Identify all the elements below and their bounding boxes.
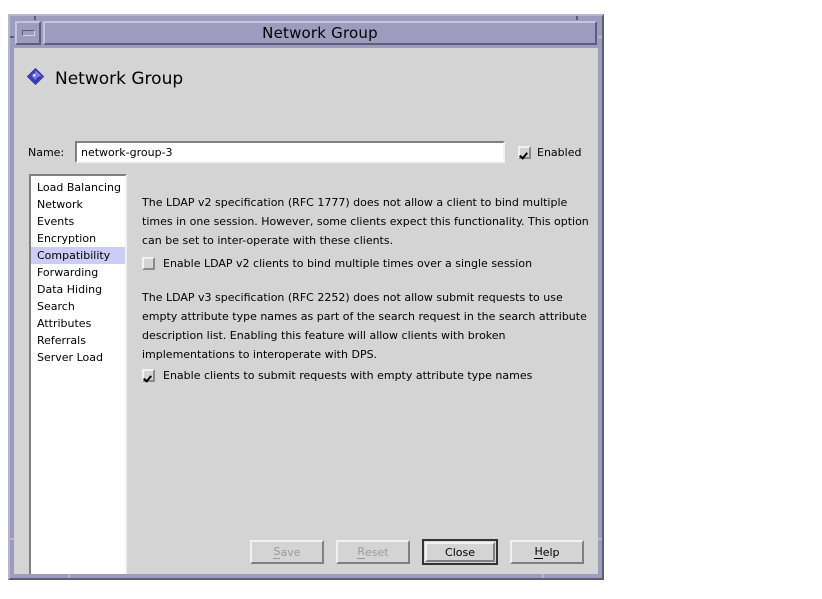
title-bar-label-area[interactable]: Network Group xyxy=(43,21,597,45)
reset-button-label: eset xyxy=(365,545,389,559)
name-input[interactable] xyxy=(75,141,505,163)
category-item-data-hiding[interactable]: Data Hiding xyxy=(31,281,125,298)
category-item-forwarding[interactable]: Forwarding xyxy=(31,264,125,281)
help-button-mnemonic: H xyxy=(534,545,543,559)
category-item-network[interactable]: Network xyxy=(31,196,125,213)
category-item-compatibility[interactable]: Compatibility xyxy=(31,247,125,264)
category-item-attributes[interactable]: Attributes xyxy=(31,315,125,332)
help-button[interactable]: Help xyxy=(510,540,584,564)
category-item-events[interactable]: Events xyxy=(31,213,125,230)
title-bar[interactable]: Network Group xyxy=(14,20,598,46)
save-button-label: ave xyxy=(280,545,301,559)
resize-handle-right-top[interactable] xyxy=(598,16,602,38)
enabled-checkbox[interactable] xyxy=(518,145,531,159)
window-frame: Network Group Network Group Name: networ… xyxy=(8,14,604,580)
page-header: Network Group xyxy=(26,67,184,89)
ldap-v2-multibind-checkbox[interactable] xyxy=(142,257,155,270)
close-button-default-frame: Close xyxy=(422,539,498,565)
reset-button[interactable]: Reset xyxy=(336,540,410,564)
ldap-v2-multibind-label: Enable LDAP v2 clients to bind multiple … xyxy=(163,257,533,270)
empty-attr-types-label: Enable clients to submit requests with e… xyxy=(163,369,533,382)
resize-handle-bottom-left[interactable] xyxy=(10,574,70,578)
save-button[interactable]: Save xyxy=(250,540,324,564)
resize-handle-right-bottom[interactable] xyxy=(598,538,602,578)
category-item-load-balancing[interactable]: Load Balancing xyxy=(31,179,125,196)
name-label: Name: xyxy=(28,145,65,159)
ldap-v2-multibind-row[interactable]: Enable LDAP v2 clients to bind multiple … xyxy=(142,257,532,270)
save-button-mnemonic: S xyxy=(273,545,281,559)
minimize-icon xyxy=(21,30,35,36)
category-item-server-load[interactable]: Server Load xyxy=(31,349,125,366)
empty-attr-types-row[interactable]: Enable clients to submit requests with e… xyxy=(142,369,532,382)
dialog-client-area: Network Group Name: Enabled Load Balanci… xyxy=(14,48,598,574)
dialog-button-bar: Save Reset Close Help xyxy=(14,539,598,565)
window-title: Network Group xyxy=(262,24,378,42)
help-button-label: elp xyxy=(542,545,560,559)
ldap-v3-description: The LDAP v3 specification (RFC 2252) doe… xyxy=(142,291,587,361)
diamond-gem-icon xyxy=(26,67,45,89)
reset-button-mnemonic: R xyxy=(357,545,366,559)
close-button[interactable]: Close xyxy=(425,542,495,562)
category-item-encryption[interactable]: Encryption xyxy=(31,230,125,247)
page-title: Network Group xyxy=(55,68,184,89)
category-item-search[interactable]: Search xyxy=(31,298,125,315)
name-row: Name: Enabled xyxy=(28,140,588,164)
empty-attr-types-checkbox[interactable] xyxy=(142,369,155,382)
enabled-checkbox-label: Enabled xyxy=(537,145,582,159)
enabled-checkbox-row[interactable]: Enabled xyxy=(518,145,582,159)
category-list[interactable]: Load Balancing Network Events Encryption… xyxy=(29,174,127,574)
minimize-button[interactable] xyxy=(15,21,41,45)
category-item-referrals[interactable]: Referrals xyxy=(31,332,125,349)
ldap-v2-description: The LDAP v2 specification (RFC 1777) doe… xyxy=(142,196,589,247)
resize-handle-bottom-right[interactable] xyxy=(542,574,602,578)
